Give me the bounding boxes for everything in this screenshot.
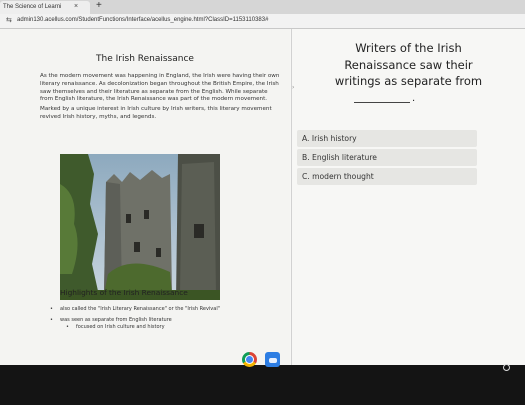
question-pane: › Writers of the Irish Renaissance saw t…	[292, 29, 525, 365]
highlights-title: Highlights of the Irish Renaissance	[60, 288, 188, 297]
files-icon[interactable]	[265, 352, 280, 367]
tab-strip: The Science of Learni × +	[0, 0, 525, 14]
choice-letter: A.	[302, 134, 310, 143]
highlights-list: also called the "Irish Literary Renaissa…	[50, 306, 250, 335]
url-text[interactable]: admin130.acellus.com/StudentFunctions/In…	[17, 17, 268, 23]
question-line: Renaissance saw their	[344, 57, 473, 72]
choice-text: modern thought	[312, 172, 374, 181]
choice-a[interactable]: A. Irish history	[297, 130, 477, 147]
address-bar[interactable]: ⇆ admin130.acellus.com/StudentFunctions/…	[0, 14, 525, 29]
choice-b[interactable]: B. English literature	[297, 149, 477, 166]
site-info-icon[interactable]: ⇆	[6, 16, 12, 24]
new-tab-button[interactable]: +	[96, 0, 102, 11]
question-line: Writers of the Irish	[355, 41, 462, 55]
reading-title: The Irish Renaissance	[96, 54, 194, 64]
choice-letter: C.	[302, 172, 310, 181]
reading-paragraph: As the modern movement was happening in …	[40, 73, 280, 103]
question-line: writings as separate from	[334, 74, 483, 88]
choice-text: English literature	[312, 153, 377, 162]
choice-text: Irish history	[311, 134, 357, 143]
answer-blank	[354, 102, 410, 103]
reading-paragraph: Marked by a unique interest in Irish cul…	[40, 106, 272, 120]
highlight-item: also called the "Irish Literary Renaissa…	[50, 306, 250, 313]
close-icon[interactable]: ×	[74, 3, 78, 10]
highlight-item: focused on Irish culture and history	[50, 324, 250, 331]
reading-text: As the modern movement was happening in …	[40, 73, 280, 124]
tab-title: The Science of Learni	[3, 4, 62, 10]
reading-pane: The Irish Renaissance As the modern move…	[0, 29, 290, 365]
castle-illustration	[60, 154, 220, 300]
chrome-icon[interactable]	[242, 352, 257, 367]
castle-photo	[60, 154, 220, 300]
taskbar	[0, 365, 525, 405]
question-text: Writers of the Irish Renaissance saw the…	[292, 40, 525, 90]
highlight-item: was seen as separate from English litera…	[50, 317, 250, 324]
status-icon[interactable]	[503, 364, 510, 371]
choice-letter: B.	[302, 153, 310, 162]
lesson-page: The Irish Renaissance As the modern move…	[0, 29, 525, 365]
blank-period: .	[412, 93, 416, 104]
browser-tab[interactable]: The Science of Learni ×	[0, 1, 90, 14]
choice-c[interactable]: C. modern thought	[297, 168, 477, 185]
